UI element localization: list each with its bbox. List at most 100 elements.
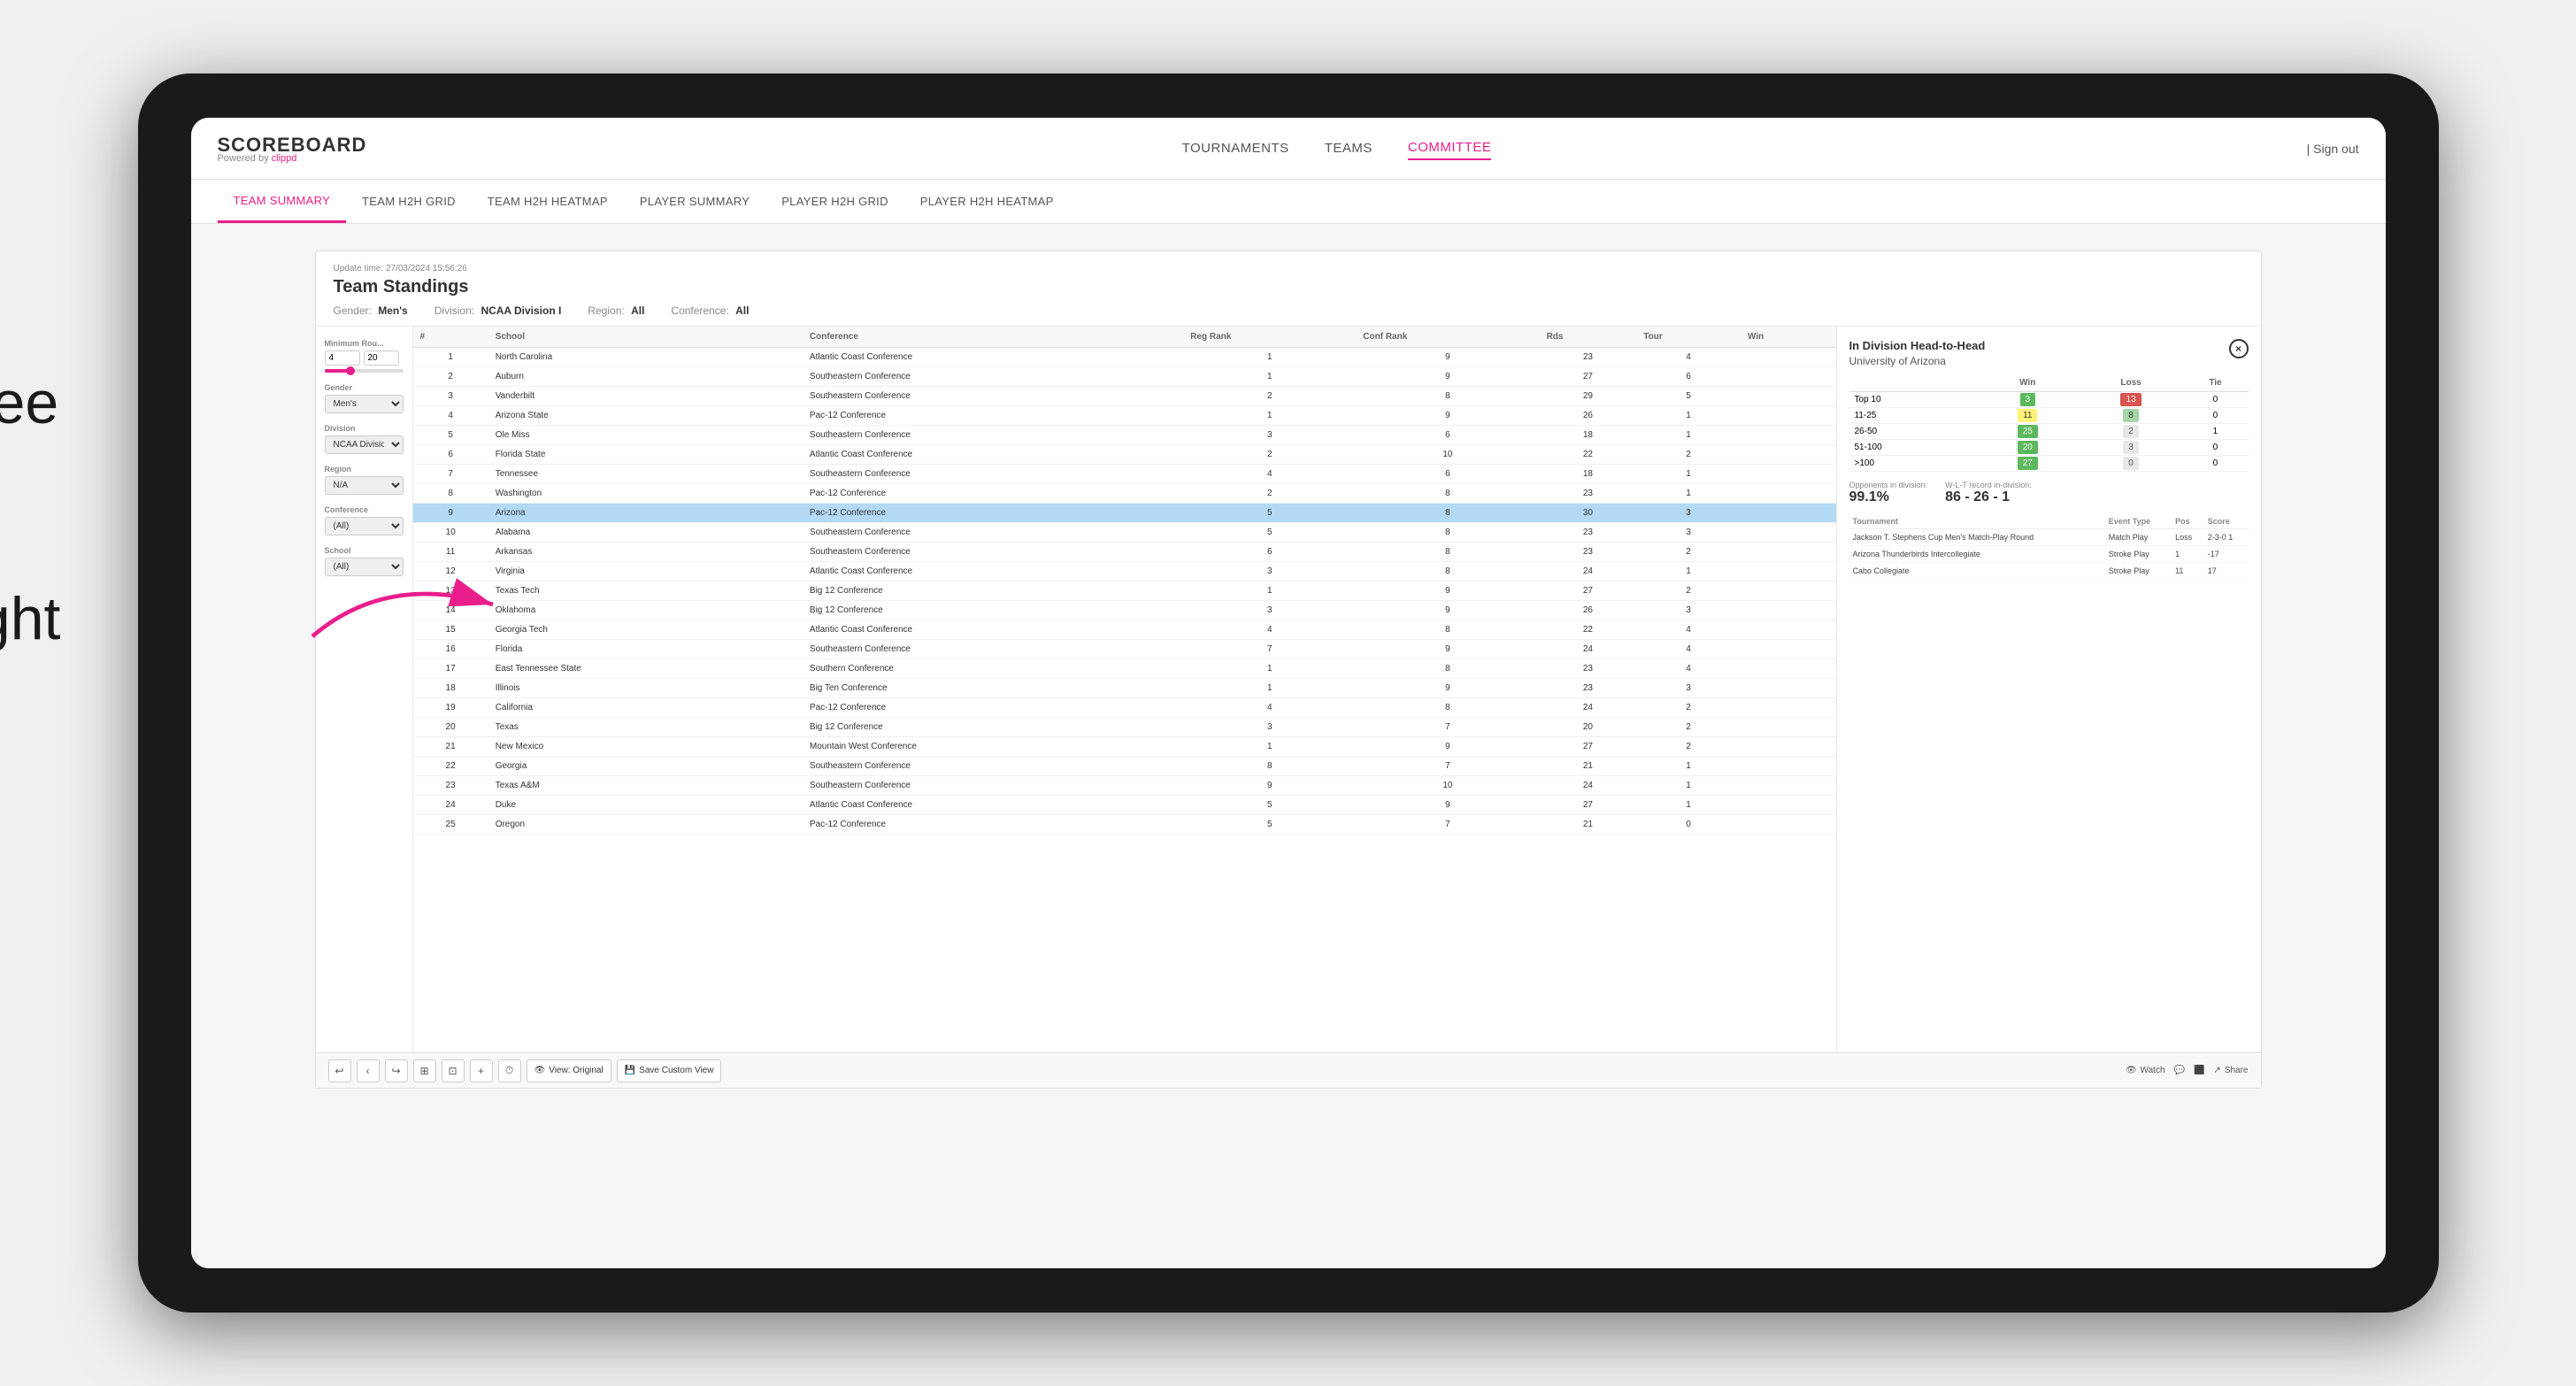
present-button[interactable]: ⬛ bbox=[2194, 1066, 2204, 1075]
table-row[interactable]: 25 Oregon Pac-12 Conference 5 7 21 0 bbox=[413, 815, 1836, 835]
cell-school[interactable]: Oregon bbox=[488, 815, 803, 835]
table-row[interactable]: 11 Arkansas Southeastern Conference 6 8 … bbox=[413, 543, 1836, 562]
cell-school[interactable]: Duke bbox=[488, 796, 803, 815]
cell-school[interactable]: Texas bbox=[488, 718, 803, 737]
table-row[interactable]: 9 Arizona Pac-12 Conference 5 8 30 3 bbox=[413, 504, 1836, 523]
table-row[interactable]: 17 East Tennessee State Southern Confere… bbox=[413, 659, 1836, 679]
redo-button[interactable]: ↪ bbox=[385, 1059, 408, 1082]
cell-school[interactable]: Georgia bbox=[488, 757, 803, 776]
subnav-player-h2h-grid[interactable]: PLAYER H2H GRID bbox=[765, 180, 904, 223]
cell-rds: 18 bbox=[1540, 426, 1637, 445]
cell-num: 15 bbox=[413, 620, 488, 640]
save-custom-button[interactable]: 💾Save Custom View bbox=[617, 1059, 722, 1082]
max-rou-input[interactable] bbox=[364, 350, 399, 366]
cell-school[interactable]: Florida bbox=[488, 640, 803, 659]
region-select[interactable]: N/A bbox=[325, 476, 404, 495]
nav-teams[interactable]: TEAMS bbox=[1325, 137, 1373, 159]
cell-school[interactable]: Texas Tech bbox=[488, 581, 803, 601]
division-select[interactable]: NCAA Division I bbox=[325, 435, 404, 454]
table-row[interactable]: 19 California Pac-12 Conference 4 8 24 2 bbox=[413, 698, 1836, 718]
cell-school[interactable]: California bbox=[488, 698, 803, 718]
comment-button[interactable]: 💬 bbox=[2174, 1066, 2185, 1075]
table-row[interactable]: 10 Alabama Southeastern Conference 5 8 2… bbox=[413, 523, 1836, 543]
view-original-button[interactable]: 👁View: Original bbox=[527, 1059, 611, 1082]
h2h-col-win: Win bbox=[1976, 374, 2080, 392]
conference-select[interactable]: (All) bbox=[325, 517, 404, 535]
cell-school[interactable]: Arizona State bbox=[488, 406, 803, 426]
cell-school[interactable]: East Tennessee State bbox=[488, 659, 803, 679]
copy-button[interactable]: ⊞ bbox=[413, 1059, 436, 1082]
cell-conference: Atlantic Coast Conference bbox=[803, 620, 1183, 640]
paste-button[interactable]: ⊡ bbox=[442, 1059, 465, 1082]
cell-reg-rank: 3 bbox=[1183, 718, 1356, 737]
table-row[interactable]: 14 Oklahoma Big 12 Conference 3 9 26 3 bbox=[413, 601, 1836, 620]
cell-school[interactable]: Virginia bbox=[488, 562, 803, 581]
table-row[interactable]: 5 Ole Miss Southeastern Conference 3 6 1… bbox=[413, 426, 1836, 445]
cell-school[interactable]: Arizona bbox=[488, 504, 803, 523]
cell-school[interactable]: Ole Miss bbox=[488, 426, 803, 445]
cell-school[interactable]: Tennessee bbox=[488, 465, 803, 484]
table-row[interactable]: 20 Texas Big 12 Conference 3 7 20 2 bbox=[413, 718, 1836, 737]
table-row[interactable]: 24 Duke Atlantic Coast Conference 5 9 27… bbox=[413, 796, 1836, 815]
cell-school[interactable]: Auburn bbox=[488, 367, 803, 387]
table-row[interactable]: 1 North Carolina Atlantic Coast Conferen… bbox=[413, 348, 1836, 367]
share-button[interactable]: ↗Share bbox=[2213, 1066, 2248, 1075]
cell-school[interactable]: Oklahoma bbox=[488, 601, 803, 620]
table-row[interactable]: 23 Texas A&M Southeastern Conference 9 1… bbox=[413, 776, 1836, 796]
add-button[interactable]: + bbox=[470, 1059, 493, 1082]
watch-button[interactable]: 👁Watch bbox=[2126, 1066, 2165, 1075]
h2h-close-button[interactable]: × bbox=[2229, 339, 2249, 358]
cell-school[interactable]: North Carolina bbox=[488, 348, 803, 367]
cell-conference: Southeastern Conference bbox=[803, 367, 1183, 387]
cell-school[interactable]: Arkansas bbox=[488, 543, 803, 562]
table-row[interactable]: 16 Florida Southeastern Conference 7 9 2… bbox=[413, 640, 1836, 659]
table-row[interactable]: 15 Georgia Tech Atlantic Coast Conferenc… bbox=[413, 620, 1836, 640]
clock-button[interactable]: ⏱ bbox=[498, 1059, 521, 1082]
undo-button[interactable]: ↩ bbox=[328, 1059, 351, 1082]
table-row[interactable]: 6 Florida State Atlantic Coast Conferenc… bbox=[413, 445, 1836, 465]
cell-school[interactable]: Florida State bbox=[488, 445, 803, 465]
min-rou-input[interactable] bbox=[325, 350, 360, 366]
subnav-player-summary[interactable]: PLAYER SUMMARY bbox=[624, 180, 765, 223]
cell-school[interactable]: Alabama bbox=[488, 523, 803, 543]
sign-out-button[interactable]: | Sign out bbox=[2307, 142, 2359, 156]
step-back-button[interactable]: ‹ bbox=[357, 1059, 380, 1082]
school-select[interactable]: (All) bbox=[325, 558, 404, 576]
h2h-loss: 2 bbox=[2080, 424, 2183, 440]
cell-num: 18 bbox=[413, 679, 488, 698]
gender-select[interactable]: Men's Women's bbox=[325, 395, 404, 413]
cell-school[interactable]: Illinois bbox=[488, 679, 803, 698]
subnav-team-summary[interactable]: TEAM SUMMARY bbox=[218, 180, 347, 223]
cell-num: 25 bbox=[413, 815, 488, 835]
cell-school[interactable]: New Mexico bbox=[488, 737, 803, 757]
cell-reg-rank: 5 bbox=[1183, 504, 1356, 523]
table-row[interactable]: 4 Arizona State Pac-12 Conference 1 9 26… bbox=[413, 406, 1836, 426]
nav-committee[interactable]: COMMITTEE bbox=[1408, 136, 1492, 160]
cell-school[interactable]: Vanderbilt bbox=[488, 387, 803, 406]
cell-school[interactable]: Washington bbox=[488, 484, 803, 504]
cell-reg-rank: 1 bbox=[1183, 679, 1356, 698]
nav-tournaments[interactable]: TOURNAMENTS bbox=[1182, 137, 1289, 159]
table-row[interactable]: 8 Washington Pac-12 Conference 2 8 23 1 bbox=[413, 484, 1836, 504]
cell-rds: 22 bbox=[1540, 620, 1637, 640]
toolbar-right: 👁Watch 💬 ⬛ ↗Share bbox=[2126, 1066, 2249, 1075]
cell-school[interactable]: Georgia Tech bbox=[488, 620, 803, 640]
table-row[interactable]: 7 Tennessee Southeastern Conference 4 6 … bbox=[413, 465, 1836, 484]
cell-reg-rank: 5 bbox=[1183, 815, 1356, 835]
subnav-team-h2h-heatmap[interactable]: TEAM H2H HEATMAP bbox=[472, 180, 624, 223]
table-row[interactable]: 21 New Mexico Mountain West Conference 1… bbox=[413, 737, 1836, 757]
table-row[interactable]: 18 Illinois Big Ten Conference 1 9 23 3 bbox=[413, 679, 1836, 698]
table-row[interactable]: 2 Auburn Southeastern Conference 1 9 27 … bbox=[413, 367, 1836, 387]
cell-num: 13 bbox=[413, 581, 488, 601]
rou-slider[interactable] bbox=[325, 369, 404, 373]
subnav-team-h2h-grid[interactable]: TEAM H2H GRID bbox=[346, 180, 472, 223]
cell-school[interactable]: Texas A&M bbox=[488, 776, 803, 796]
table-row[interactable]: 12 Virginia Atlantic Coast Conference 3 … bbox=[413, 562, 1836, 581]
cell-num: 14 bbox=[413, 601, 488, 620]
cell-tour: 1 bbox=[1636, 796, 1741, 815]
table-row[interactable]: 13 Texas Tech Big 12 Conference 1 9 27 2 bbox=[413, 581, 1836, 601]
table-row[interactable]: 22 Georgia Southeastern Conference 8 7 2… bbox=[413, 757, 1836, 776]
table-row[interactable]: 3 Vanderbilt Southeastern Conference 2 8… bbox=[413, 387, 1836, 406]
subnav-player-h2h-heatmap[interactable]: PLAYER H2H HEATMAP bbox=[904, 180, 1070, 223]
col-reg-rank: Reg Rank bbox=[1183, 327, 1356, 348]
